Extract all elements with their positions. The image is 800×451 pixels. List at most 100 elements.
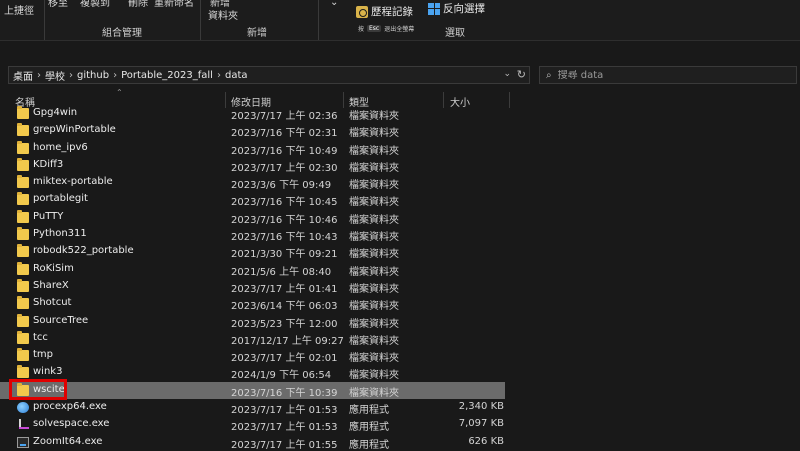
item-date: 2023/7/16 下午 10:49 [231,145,338,157]
folder-icon [17,157,29,171]
chevron-right-icon[interactable]: › [217,70,221,81]
item-name: ZoomIt64.exe [33,435,103,447]
list-item[interactable]: PuTTY 2023/7/16 下午 10:46 檔案資料夾 [0,209,800,226]
shortcut-button-label[interactable]: 上捷徑 [4,2,34,17]
breadcrumb-github[interactable]: github [77,70,109,81]
item-date: 2023/7/17 上午 02:36 [231,111,338,122]
file-list: Gpg4win 2023/7/17 上午 02:36 檔案資料夾 grepWinPo… [0,105,800,451]
item-type: 檔案資料夾 [349,266,399,278]
new-folder-label[interactable]: 資料夾 [208,7,238,22]
item-date: 2023/7/17 上午 02:01 [231,353,338,365]
item-date: 2023/7/16 下午 02:31 [231,128,338,140]
search-icon: ⌕ [546,69,552,81]
folder-icon [17,209,29,223]
breadcrumb-desktop[interactable]: 桌面 [13,68,33,83]
item-name: grepWinPortable [33,124,116,136]
item-type: 檔案資料夾 [349,197,399,209]
list-item[interactable]: Gpg4win 2023/7/17 上午 02:36 檔案資料夾 [0,105,800,122]
rename-button[interactable]: 重新命名 [154,0,194,9]
folder-icon [17,261,29,275]
item-name: PuTTY [33,210,64,222]
list-item[interactable]: tcc 2017/12/17 上午 09:27 檔案資料夾 [0,330,800,347]
hint-prefix: 按 [358,26,365,33]
delete-button[interactable]: 刪除 [128,0,148,9]
item-size: 626 KB [468,435,504,447]
folder-icon [17,296,29,310]
list-item[interactable]: robodk522_portable 2021/3/30 下午 09:21 檔案資料… [0,243,800,260]
group-label-organize: 組合管理 [102,28,142,39]
item-type: 檔案資料夾 [349,180,399,192]
item-type: 檔案資料夾 [349,128,399,140]
list-item[interactable]: solvespace.exe 2023/7/17 上午 01:53 應用程式 7,09… [0,416,800,433]
list-item[interactable]: miktex-portable 2023/3/6 下午 09:49 檔案資料夾 [0,174,800,191]
list-item[interactable]: KDiff3 2023/7/17 上午 02:30 檔案資料夾 [0,157,800,174]
ribbon: 上捷徑 移至 複製到 刪除 重新命名 新增 資料夾 ⌄ 歷程記錄 反向選擇 按 … [0,0,800,41]
list-item[interactable]: home_ipv6 2023/7/16 下午 10:49 檔案資料夾 [0,140,800,157]
list-item[interactable]: SourceTree 2023/5/23 下午 12:00 檔案資料夾 [0,313,800,330]
chevron-right-icon[interactable]: › [113,70,117,81]
item-name: portablegit [33,193,88,205]
sort-ascending-icon: ⌃ [116,88,123,97]
item-type: 檔案資料夾 [349,301,399,313]
item-date: 2017/12/17 上午 09:27 [231,335,344,347]
folder-icon [17,365,29,379]
list-item[interactable]: procexp64.exe 2023/7/17 上午 01:53 應用程式 2,340… [0,399,800,416]
breadcrumb-data[interactable]: data [225,70,248,81]
item-date: 2023/7/16 下午 10:43 [231,232,338,244]
item-date: 2023/6/14 下午 06:03 [231,301,338,313]
list-item-selected[interactable]: wscite 2023/7/16 下午 10:39 檔案資料夾 [0,378,505,400]
chevron-right-icon[interactable]: › [69,70,73,81]
item-type: 檔案資料夾 [349,387,399,399]
item-date: 2024/1/9 下午 06:54 [231,370,332,382]
ribbon-divider [200,0,201,40]
item-name: Shotcut [33,297,72,309]
item-date: 2023/7/17 上午 02:30 [231,162,338,174]
list-item[interactable]: wink3 2024/1/9 下午 06:54 檔案資料夾 [0,364,800,381]
item-name: KDiff3 [33,158,64,170]
item-type: 檔案資料夾 [349,283,399,295]
item-name: RoKiSim [33,262,74,274]
item-name: Python311 [33,228,87,240]
item-date: 2023/7/17 上午 01:41 [231,283,338,295]
folder-icon [17,175,29,189]
process-explorer-icon [17,402,29,414]
history-button[interactable]: 歷程記錄 [356,4,413,19]
item-type: 檔案資料夾 [349,162,399,174]
hint-text: 退出全螢幕 [384,26,415,33]
breadcrumb-portable[interactable]: Portable_2023_fall [121,70,213,81]
item-name: procexp64.exe [33,401,107,413]
folder-icon [17,140,29,154]
chevron-down-icon[interactable]: ⌄ [330,0,338,8]
item-name: SourceTree [33,314,89,326]
folder-icon [17,313,29,327]
move-to-button[interactable]: 移至 [48,0,68,9]
refresh-icon[interactable]: ↻ [517,68,526,81]
folder-icon [17,106,29,119]
list-item[interactable]: RoKiSim 2021/5/6 上午 08:40 檔案資料夾 [0,261,800,278]
item-name: miktex-portable [33,176,113,188]
list-item[interactable]: portablegit 2023/7/16 下午 10:45 檔案資料夾 [0,191,800,208]
item-date: 2023/5/23 下午 12:00 [231,318,338,330]
address-bar[interactable]: 桌面 › 學校 › github › Portable_2023_fall › … [8,66,530,84]
copy-to-button[interactable]: 複製到 [80,0,110,9]
breadcrumb-school[interactable]: 學校 [45,68,65,83]
item-type: 檔案資料夾 [349,232,399,244]
invert-selection-button[interactable]: 反向選擇 [428,1,485,16]
list-item[interactable]: grepWinPortable 2023/7/16 下午 02:31 檔案資料夾 [0,122,800,139]
invert-selection-label: 反向選擇 [443,3,485,15]
list-item[interactable]: tmp 2023/7/17 上午 02:01 檔案資料夾 [0,347,800,364]
list-item[interactable]: ZoomIt64.exe 2023/7/17 上午 01:55 應用程式 626 KB [0,434,800,451]
chevron-right-icon[interactable]: › [37,70,41,81]
list-item[interactable]: ShareX 2023/7/17 上午 01:41 檔案資料夾 [0,278,800,295]
folder-icon [17,278,29,292]
search-input[interactable] [557,69,758,81]
list-item[interactable]: Shotcut 2023/6/14 下午 06:03 檔案資料夾 [0,295,800,312]
ribbon-divider [318,0,319,40]
folder-icon [17,244,29,258]
item-name: wink3 [33,366,63,378]
list-item[interactable]: Python311 2023/7/16 下午 10:43 檔案資料夾 [0,226,800,243]
search-box[interactable]: ⌕ [539,66,797,84]
ribbon-divider [44,0,45,40]
chevron-down-icon[interactable]: ⌄ [503,69,511,79]
item-date: 2021/5/6 上午 08:40 [231,266,332,278]
